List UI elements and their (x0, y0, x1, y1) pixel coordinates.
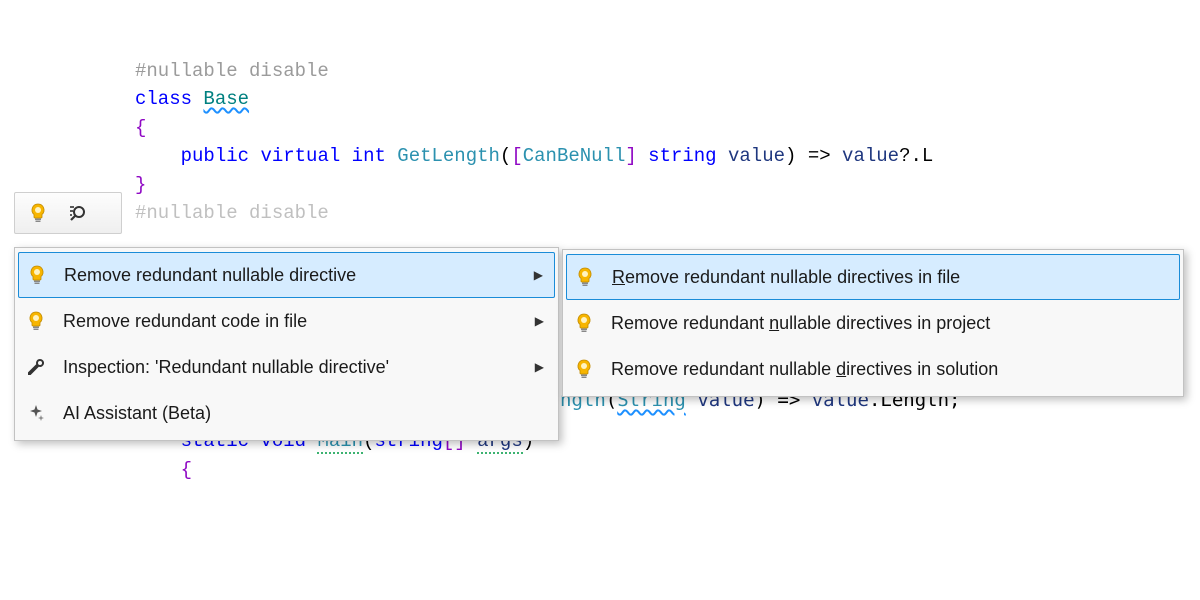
brace: { (181, 459, 192, 481)
chevron-right-icon: ▶ (535, 314, 544, 328)
keyword-class: class (135, 88, 192, 110)
directive-redundant: #nullable disable (135, 202, 329, 224)
kw-public: public (181, 145, 249, 167)
menu-item-inspection[interactable]: Inspection: 'Redundant nullable directiv… (15, 344, 558, 390)
submenu-item-project[interactable]: Remove redundant nullable directives in … (563, 300, 1183, 346)
lightbulb-icon (574, 266, 596, 288)
lightbulb-icon (27, 202, 49, 224)
quick-fix-submenu: Remove redundant nullable directives in … (562, 249, 1184, 397)
kw-string: string (648, 145, 716, 167)
lightbulb-icon (573, 358, 595, 380)
menu-item-label: Remove redundant nullable directives in … (611, 359, 1169, 380)
quick-fix-menu: Remove redundant nullable directive ▶ Re… (14, 247, 559, 441)
param: value (728, 145, 785, 167)
kw-virtual: virtual (260, 145, 340, 167)
submenu-item-file[interactable]: Remove redundant nullable directives in … (566, 254, 1180, 300)
find-icon (67, 202, 89, 224)
class-name: Base (203, 88, 249, 110)
menu-item-label: Inspection: 'Redundant nullable directiv… (63, 357, 519, 378)
lightbulb-icon (25, 310, 47, 332)
paren: ( (500, 145, 511, 167)
menu-item-remove-directive[interactable]: Remove redundant nullable directive ▶ (18, 252, 555, 298)
menu-item-label: Remove redundant nullable directives in … (612, 267, 1168, 288)
kw-int: int (352, 145, 386, 167)
lightbulb-icon (26, 264, 48, 286)
paren: ) (785, 145, 796, 167)
menu-item-label: Remove redundant nullable directives in … (611, 313, 1169, 334)
menu-item-label: Remove redundant nullable directive (64, 265, 518, 286)
menu-item-label: AI Assistant (Beta) (63, 403, 544, 424)
menu-item-ai-assistant[interactable]: AI Assistant (Beta) (15, 390, 558, 436)
arrow: => (808, 145, 831, 167)
lightbulb-icon (573, 312, 595, 334)
chevron-right-icon: ▶ (535, 360, 544, 374)
brace: } (135, 174, 146, 196)
directive: #nullable disable (135, 60, 329, 82)
chevron-right-icon: ▶ (534, 268, 543, 282)
op: ?. (899, 145, 922, 167)
bracket: ] (625, 145, 636, 167)
sparkle-icon (25, 402, 47, 424)
brace: { (135, 117, 146, 139)
bracket: [ (511, 145, 522, 167)
submenu-item-solution[interactable]: Remove redundant nullable directives in … (563, 346, 1183, 392)
wrench-icon (25, 356, 47, 378)
method-name: GetLength (397, 145, 500, 167)
menu-item-remove-redundant-file[interactable]: Remove redundant code in file ▶ (15, 298, 558, 344)
ident: value (842, 145, 899, 167)
menu-item-label: Remove redundant code in file (63, 311, 519, 332)
quick-fix-trigger[interactable] (14, 192, 122, 234)
attribute: CanBeNull (523, 145, 626, 167)
ident: L (922, 145, 933, 167)
